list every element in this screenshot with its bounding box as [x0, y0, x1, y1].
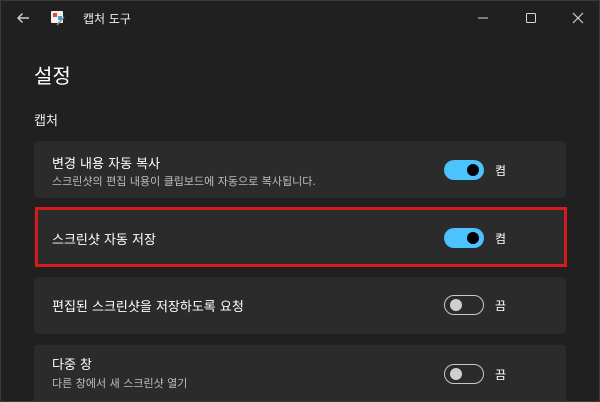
toggle-knob: [450, 368, 462, 380]
auto-save-screenshots-toggle[interactable]: [444, 228, 484, 248]
toggle-state-label: 끔: [495, 299, 507, 313]
auto-copy-changes-toggle[interactable]: [444, 160, 484, 180]
toggle-knob: [467, 232, 479, 244]
toggle-knob: [450, 299, 462, 311]
toggle-state-label: 끔: [495, 368, 507, 382]
setting-card-multiple-windows: 다중 창 다른 창에서 새 스크린샷 열기 끔: [34, 345, 566, 401]
title-bar: 캡처 도구: [1, 1, 599, 35]
setting-label: 다중 창: [52, 358, 93, 373]
app-window: 캡처 도구 설정 캡처 변경 내용 자동 복사 스크린샷의 편집 내용이 클립보…: [0, 0, 600, 402]
maximize-icon[interactable]: [521, 8, 541, 28]
ask-to-save-edited-toggle[interactable]: [444, 295, 484, 315]
setting-card-auto-save-screenshots: 스크린샷 자동 저장 켬: [34, 209, 566, 266]
setting-label: 스크린샷 자동 저장: [52, 233, 156, 248]
toggle-knob: [467, 164, 479, 176]
close-icon[interactable]: [568, 8, 588, 28]
setting-description: 다른 창에서 새 스크린샷 열기: [52, 377, 188, 390]
setting-label: 변경 내용 자동 복사: [52, 157, 161, 172]
setting-card-ask-to-save-edited: 편집된 스크린샷을 저장하도록 요청 끔: [34, 277, 566, 334]
setting-label: 편집된 스크린샷을 저장하도록 요청: [52, 300, 244, 315]
setting-description: 스크린샷의 편집 내용이 클립보드에 자동으로 복사됩니다.: [52, 175, 316, 188]
minimize-icon[interactable]: [473, 8, 493, 28]
section-title: 캡처: [34, 114, 58, 129]
toggle-state-label: 켬: [495, 232, 507, 246]
toggle-state-label: 켬: [495, 164, 507, 178]
window-title: 캡처 도구: [83, 12, 131, 26]
back-arrow-icon[interactable]: [14, 9, 32, 27]
setting-card-auto-copy-changes: 변경 내용 자동 복사 스크린샷의 편집 내용이 클립보드에 자동으로 복사됩니…: [34, 141, 566, 198]
multiple-windows-toggle[interactable]: [444, 364, 484, 384]
snipping-tool-app-icon: [51, 11, 65, 26]
page-title: 설정: [34, 64, 71, 88]
